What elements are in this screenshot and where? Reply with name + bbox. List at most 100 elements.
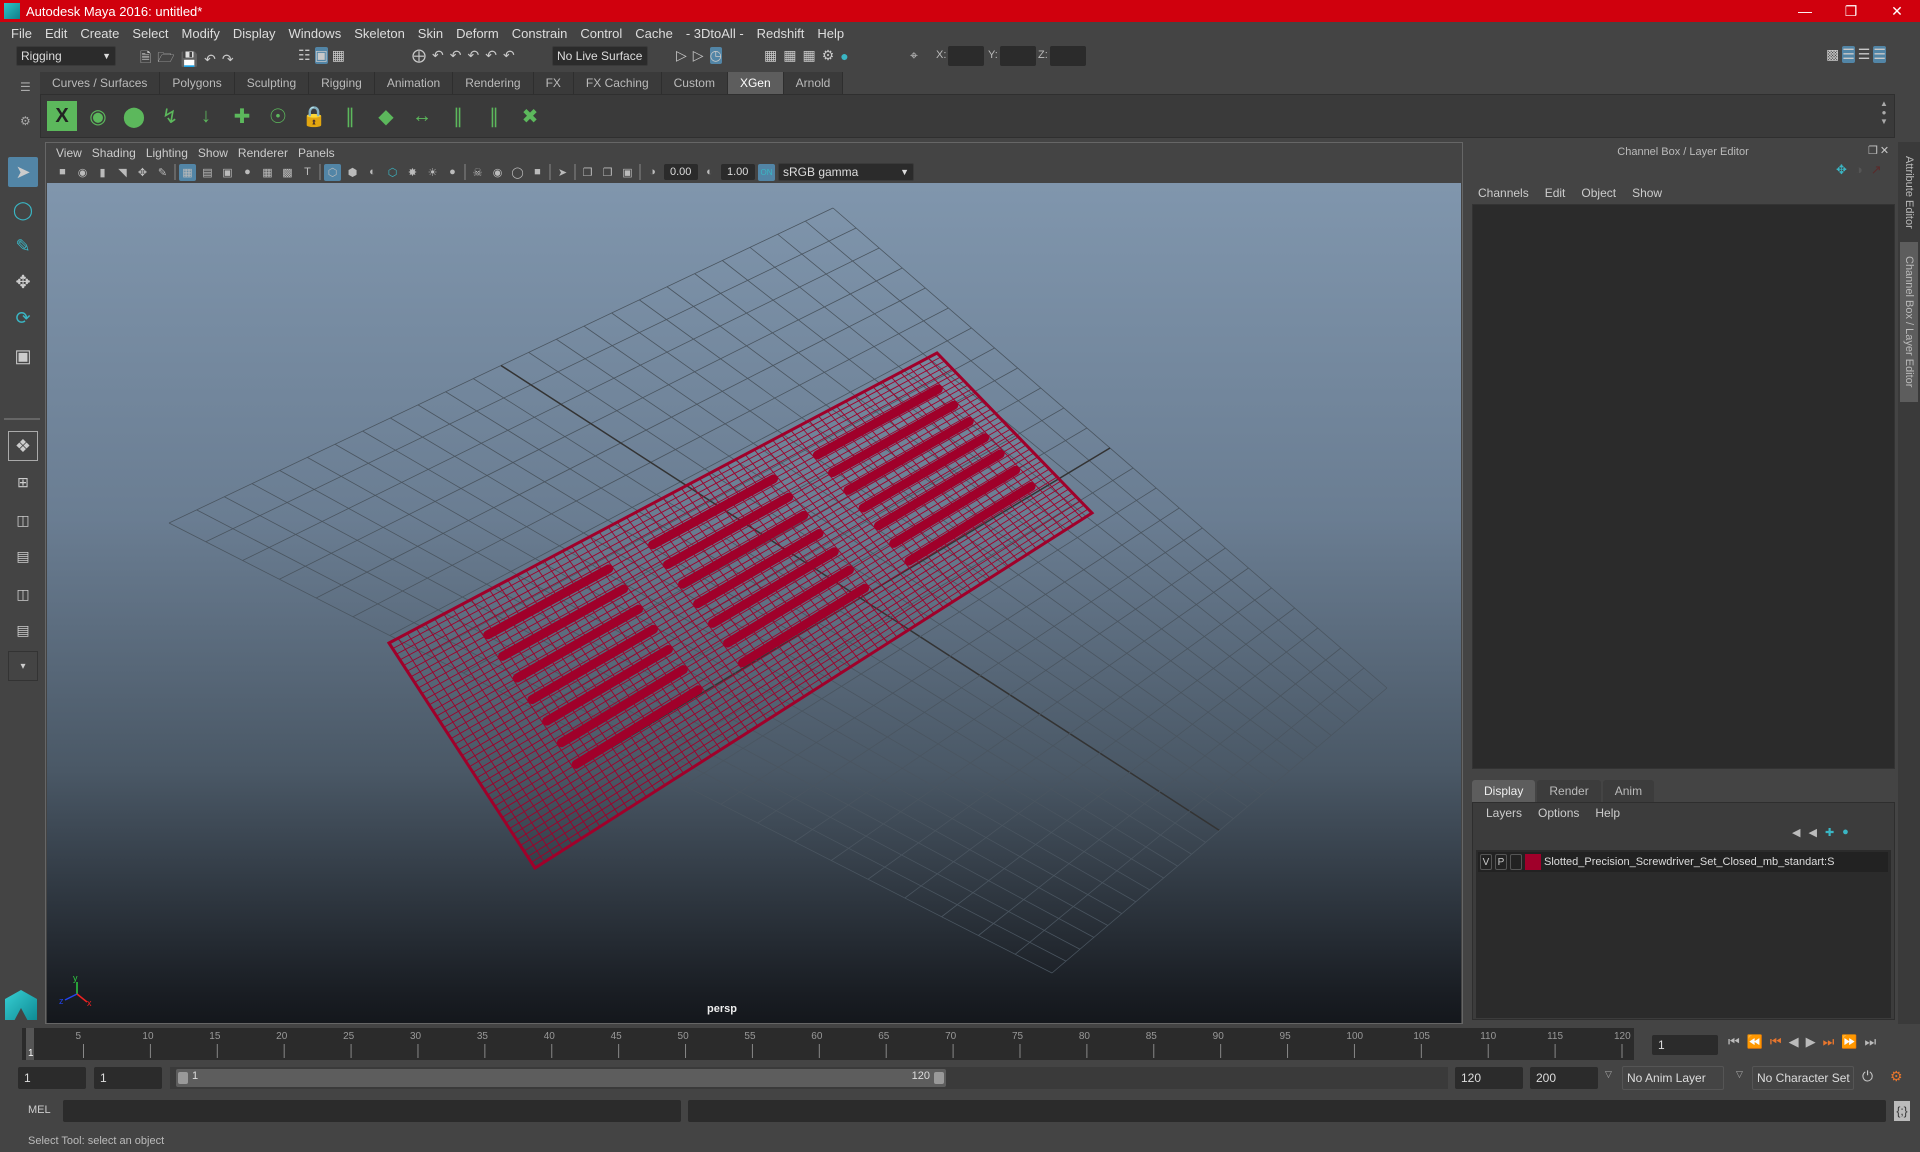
four-view-layout-icon[interactable]: ⊞ xyxy=(8,467,38,497)
gamma-field[interactable]: 1.00 xyxy=(721,164,755,180)
animation-preferences-icon[interactable]: ⚙ xyxy=(1890,1068,1903,1085)
redo-icon[interactable]: ↷ xyxy=(222,47,234,71)
range-start-handle[interactable] xyxy=(178,1072,188,1084)
add-guide-icon[interactable]: ✚ xyxy=(227,101,257,131)
shelf-tab-arnold[interactable]: Arnold xyxy=(783,72,844,94)
perspective-viewport[interactable]: persp y z x xyxy=(47,183,1461,1023)
go-to-end-icon[interactable]: ⏭ xyxy=(1864,1034,1876,1050)
menuset-dropdown[interactable]: Rigging ▼ xyxy=(16,46,116,66)
viewport-menu-renderer[interactable]: Renderer xyxy=(236,146,296,160)
script-editor-icon[interactable]: {;} xyxy=(1894,1101,1910,1121)
gate-mask-icon[interactable]: ● xyxy=(239,164,256,181)
menu-skeleton[interactable]: Skeleton xyxy=(349,26,413,41)
command-input[interactable] xyxy=(63,1100,681,1122)
shelf-menu-icon[interactable]: ☰ xyxy=(20,80,31,94)
render-settings-icon[interactable]: ⚙ xyxy=(822,47,835,64)
grid-icon[interactable]: ▦ xyxy=(179,163,196,181)
paint-select-icon[interactable]: ✎ xyxy=(8,231,38,261)
move-layer-up-icon[interactable]: ◀ xyxy=(1792,826,1800,839)
range-slider[interactable]: 1 120 xyxy=(176,1069,946,1087)
safe-title-icon[interactable]: T xyxy=(299,164,316,181)
make-live-icon[interactable]: ↶ xyxy=(485,47,497,64)
channel-box-toggle-icon[interactable]: ☰ xyxy=(1873,46,1886,63)
isolate-select-icon[interactable]: ■ xyxy=(529,164,546,181)
normalize-guides-icon[interactable]: ∥ xyxy=(479,101,509,131)
restore-icon[interactable]: ❐ xyxy=(1828,0,1874,22)
shelf-tab-rendering[interactable]: Rendering xyxy=(453,72,534,94)
output-ops-icon[interactable]: ▷ xyxy=(693,47,704,64)
close-panel-icon[interactable]: ✕ xyxy=(1880,144,1889,157)
channel-box-menu-show[interactable]: Show xyxy=(1624,186,1670,200)
rebuild-guides-icon[interactable]: ∥ xyxy=(335,101,365,131)
live-surface-field[interactable]: No Live Surface xyxy=(552,46,648,66)
persp-outliner-graph-layout-icon[interactable]: ▤ xyxy=(8,615,38,645)
menu-file[interactable]: File xyxy=(6,26,40,41)
channel-box-menu-edit[interactable]: Edit xyxy=(1537,186,1574,200)
color-management-toggle-icon[interactable]: ON xyxy=(758,163,775,181)
layer-tab-render[interactable]: Render xyxy=(1537,780,1601,802)
modeling-toolkit-icon[interactable]: ▩ xyxy=(1826,46,1839,63)
wireframe-icon[interactable]: ⬡ xyxy=(324,163,341,181)
add-guides-icon[interactable]: ↯ xyxy=(155,101,185,131)
menu-3dtoall[interactable]: - 3DtoAll - xyxy=(681,26,752,41)
select-hierarchy-icon[interactable]: ☷ xyxy=(298,47,311,64)
shelf-tab-fx-caching[interactable]: FX Caching xyxy=(573,72,662,94)
lasso-tool-icon[interactable]: ◯ xyxy=(8,195,38,225)
time-slider[interactable]: 1 5 10 15 20 25 30 35 40 45 50 55 60 65 70 75 80 85 90 95 10… xyxy=(22,1028,1634,1060)
step-forward-frame-icon[interactable]: ⏩ xyxy=(1841,1034,1857,1050)
move-guide-icon[interactable]: ↓ xyxy=(191,101,221,131)
shelf-tab-polygons[interactable]: Polygons xyxy=(160,72,235,94)
current-frame-field[interactable]: 1 xyxy=(1652,1035,1718,1055)
step-back-key-icon[interactable]: ⏮ xyxy=(1770,1034,1782,1050)
viewport-menu-lighting[interactable]: Lighting xyxy=(144,146,196,160)
safe-action-icon[interactable]: ▩ xyxy=(279,164,296,181)
range-end-handle[interactable] xyxy=(934,1072,944,1084)
use-all-lights-icon[interactable]: ✸ xyxy=(404,164,421,181)
menu-cache[interactable]: Cache xyxy=(630,26,681,41)
select-camera-icon[interactable]: ■ xyxy=(54,164,71,181)
persp-hypershade-layout-icon[interactable]: ◫ xyxy=(8,579,38,609)
snap-surface-icon[interactable]: ↶ xyxy=(503,47,515,64)
shelf-scroll-handle[interactable]: ● xyxy=(1882,108,1887,117)
2d-pan-zoom-icon[interactable]: ✥ xyxy=(134,164,151,181)
shelf-tab-fx[interactable]: FX xyxy=(533,72,574,94)
side-tab-channel-box[interactable]: Channel Box / Layer Editor xyxy=(1900,242,1918,402)
menu-create[interactable]: Create xyxy=(75,26,127,41)
xray-icon[interactable]: ➤ xyxy=(554,164,571,181)
select-object-icon[interactable]: ▣ xyxy=(314,47,328,64)
bookmark-icon[interactable]: ▮ xyxy=(94,164,111,181)
minimize-icon[interactable]: — xyxy=(1782,0,1828,22)
x-field[interactable] xyxy=(948,46,984,66)
shelf-tab-curves-surfaces[interactable]: Curves / Surfaces xyxy=(40,72,161,94)
color-space-dropdown[interactable]: sRGB gamma ▼ xyxy=(778,163,914,181)
depth-of-field-icon[interactable]: ◯ xyxy=(509,164,526,181)
layer-tab-anim[interactable]: Anim xyxy=(1602,780,1655,802)
lock-guide-icon[interactable]: 🔒 xyxy=(299,101,329,131)
y-field[interactable] xyxy=(1000,46,1036,66)
open-scene-icon[interactable]: 🗁 xyxy=(157,47,174,71)
exposure-icon[interactable]: ◑ xyxy=(644,164,661,181)
layer-tab-display[interactable]: Display xyxy=(1472,780,1536,802)
speed-icon[interactable]: ◑ xyxy=(1855,162,1863,178)
layer-menu-layers[interactable]: Layers xyxy=(1478,806,1530,820)
screen-space-ao-icon[interactable]: ● xyxy=(444,164,461,181)
smooth-shade-icon[interactable]: ⬢ xyxy=(344,164,361,181)
field-chart-icon[interactable]: ▦ xyxy=(259,164,276,181)
start-time-field[interactable]: 1 xyxy=(18,1067,86,1089)
script-language-toggle[interactable]: MEL xyxy=(28,1104,51,1116)
save-scene-icon[interactable]: 💾 xyxy=(181,47,198,71)
menu-display[interactable]: Display xyxy=(228,26,284,41)
select-component-icon[interactable]: ▦ xyxy=(332,47,345,64)
viewport-menu-panels[interactable]: Panels xyxy=(296,146,343,160)
more-layouts-icon[interactable]: ▾ xyxy=(8,651,38,681)
step-forward-key-icon[interactable]: ⏭ xyxy=(1823,1034,1835,1050)
anim-layer-chevron-icon[interactable]: ▽ xyxy=(1605,1069,1612,1080)
hypershade-icon[interactable]: ● xyxy=(840,47,848,64)
exposure-field[interactable]: 0.00 xyxy=(664,164,698,180)
render-sequence-icon[interactable]: ▦ xyxy=(783,47,796,64)
scale-tool-icon[interactable]: ▣ xyxy=(8,341,38,371)
new-scene-icon[interactable]: 🗎 xyxy=(140,47,151,71)
xgen-patch-icon[interactable]: ◆ xyxy=(371,101,401,131)
shelf-tab-animation[interactable]: Animation xyxy=(374,72,454,94)
menu-control[interactable]: Control xyxy=(575,26,630,41)
